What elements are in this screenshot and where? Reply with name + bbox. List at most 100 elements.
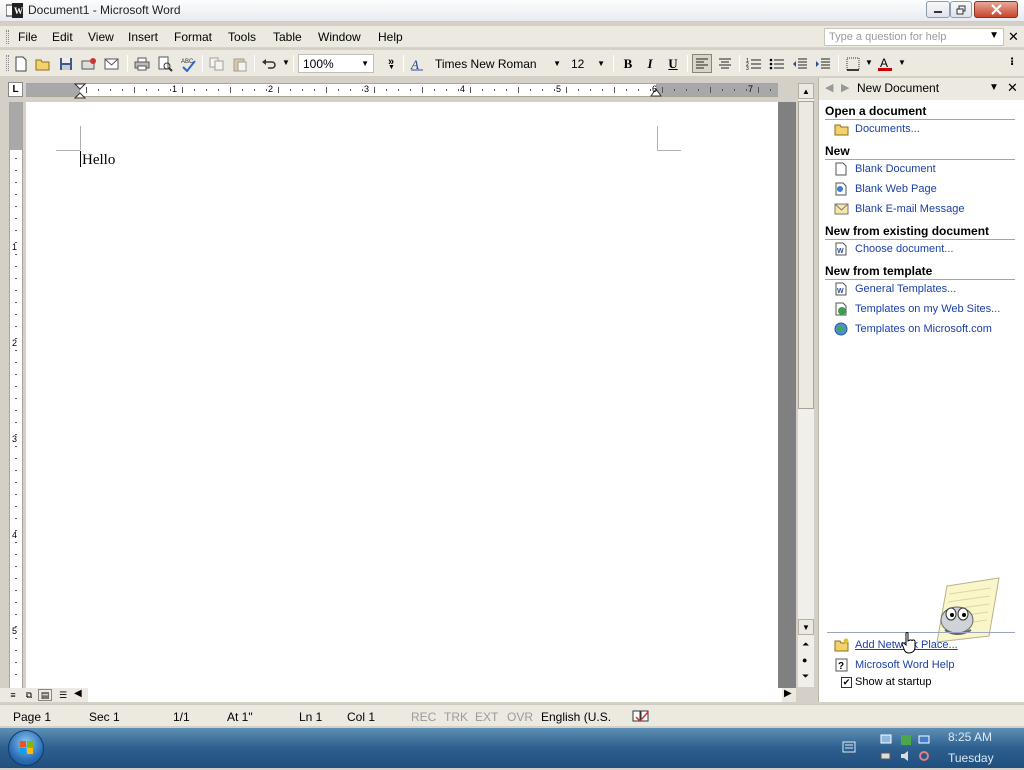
scroll-left-icon[interactable]: ◀: [74, 688, 82, 699]
document-page[interactable]: [26, 102, 778, 688]
clock-time[interactable]: 8:25 AM: [948, 730, 992, 744]
status-extend[interactable]: EXT: [475, 710, 498, 724]
increase-indent-button[interactable]: [813, 54, 833, 73]
scroll-down-button[interactable]: ▼: [798, 619, 814, 635]
font-size-select[interactable]: 12 ▼: [566, 54, 610, 73]
vertical-ruler[interactable]: 1 2 3 4 5: [9, 102, 23, 688]
status-overtype[interactable]: OVR: [507, 710, 533, 724]
select-browse-object-icon[interactable]: ●: [802, 655, 807, 665]
scroll-right-icon[interactable]: ▶: [784, 688, 792, 699]
menu-insert[interactable]: Insert: [126, 30, 160, 44]
open-button[interactable]: [33, 54, 53, 73]
horizontal-scrollbar[interactable]: [88, 688, 782, 702]
forward-icon[interactable]: ▶: [841, 81, 849, 94]
start-button[interactable]: [8, 730, 44, 766]
toolbar-overflow-icon[interactable]: ⁝: [1010, 55, 1014, 68]
spelling-status-icon[interactable]: [632, 709, 650, 723]
network-tray-icon[interactable]: [880, 734, 892, 746]
print-preview-button[interactable]: [155, 54, 175, 73]
back-icon[interactable]: ◀: [825, 81, 833, 94]
vertical-scrollbar[interactable]: ▲ ▼ ⏶ ● ⏷: [797, 83, 814, 687]
normal-view-icon[interactable]: ≡: [6, 689, 20, 701]
menu-window[interactable]: Window: [316, 30, 363, 44]
permission-button[interactable]: [79, 54, 99, 73]
security-tray-icon[interactable]: [900, 734, 912, 746]
status-language[interactable]: English (U.S.: [541, 710, 611, 724]
print-layout-view-icon[interactable]: ▤: [38, 689, 52, 701]
styles-button[interactable]: A: [407, 54, 427, 73]
new-document-button[interactable]: [11, 54, 31, 73]
show-desktop-icon[interactable]: [842, 740, 856, 754]
templates-microsoft-link[interactable]: Templates on Microsoft.com: [855, 323, 992, 335]
align-left-button[interactable]: [692, 54, 712, 73]
next-page-icon[interactable]: ⏷: [802, 671, 809, 682]
restore-button[interactable]: [950, 1, 972, 18]
chevron-down-icon[interactable]: ▼: [989, 30, 999, 41]
copy-button[interactable]: [207, 54, 227, 73]
horizontal-ruler[interactable]: 1 2 3 4 5 6 7: [26, 83, 778, 99]
checkmark-icon: ✔: [842, 677, 851, 687]
font-color-dropdown-icon[interactable]: ▼: [898, 58, 906, 67]
status-record-macro[interactable]: REC: [411, 710, 436, 724]
toolbar-options-dropdown-icon[interactable]: ▼: [388, 64, 395, 71]
bullets-button[interactable]: [767, 54, 787, 73]
tab-selector[interactable]: L: [8, 82, 23, 97]
templates-web-sites-link[interactable]: Templates on my Web Sites...: [855, 303, 1000, 315]
menu-file[interactable]: File: [16, 30, 39, 44]
blank-document-link[interactable]: Blank Document: [855, 163, 936, 175]
word-help-link[interactable]: Microsoft Word Help: [855, 659, 954, 671]
scroll-thumb[interactable]: [798, 101, 814, 409]
paste-button[interactable]: [230, 54, 250, 73]
documents-link[interactable]: Documents...: [855, 123, 920, 135]
show-at-startup-checkbox[interactable]: ✔: [841, 677, 852, 688]
general-templates-link[interactable]: General Templates...: [855, 283, 956, 295]
menu-grip[interactable]: [6, 30, 9, 44]
volume-tray-icon[interactable]: [900, 750, 912, 762]
document-text[interactable]: Hello: [80, 151, 115, 169]
email-button[interactable]: [102, 54, 122, 73]
undo-dropdown-icon[interactable]: ▼: [282, 58, 290, 67]
toolbar-grip[interactable]: [6, 55, 9, 71]
menu-help[interactable]: Help: [376, 30, 405, 44]
previous-page-icon[interactable]: ⏶: [802, 639, 809, 650]
blank-web-page-link[interactable]: Blank Web Page: [855, 183, 937, 195]
border-dropdown-icon[interactable]: ▼: [865, 58, 873, 67]
bold-button[interactable]: B: [618, 54, 638, 73]
zoom-select[interactable]: 100% ▼: [298, 54, 374, 73]
decrease-indent-button[interactable]: [790, 54, 810, 73]
menu-tools[interactable]: Tools: [226, 30, 258, 44]
scroll-up-button[interactable]: ▲: [798, 83, 814, 99]
align-center-button[interactable]: [715, 54, 735, 73]
underline-button[interactable]: U: [663, 54, 683, 73]
menu-view[interactable]: View: [86, 30, 116, 44]
sync-tray-icon[interactable]: [918, 750, 930, 762]
task-pane-close-icon[interactable]: ✕: [1007, 80, 1018, 96]
spelling-button[interactable]: ABC: [178, 54, 198, 73]
italic-button[interactable]: I: [640, 54, 660, 73]
task-pane-menu-icon[interactable]: ▼: [989, 82, 999, 93]
font-color-button[interactable]: A: [875, 54, 895, 73]
menu-table[interactable]: Table: [271, 30, 304, 44]
blank-email-link[interactable]: Blank E-mail Message: [855, 203, 964, 215]
menu-format[interactable]: Format: [172, 30, 214, 44]
numbering-button[interactable]: 123: [744, 54, 764, 73]
close-document-icon[interactable]: ✕: [1008, 29, 1019, 45]
outline-view-icon[interactable]: ☰: [56, 689, 70, 701]
indent-marker-icon[interactable]: [74, 83, 86, 99]
print-button[interactable]: [132, 54, 152, 73]
word-app-icon[interactable]: W: [6, 3, 23, 18]
battery-tray-icon[interactable]: [880, 750, 892, 762]
font-select[interactable]: Times New Roman ▼: [430, 54, 566, 73]
web-layout-view-icon[interactable]: ⧉: [22, 689, 36, 701]
save-button[interactable]: [56, 54, 76, 73]
menu-edit[interactable]: Edit: [50, 30, 75, 44]
display-tray-icon[interactable]: [918, 734, 930, 746]
close-window-button[interactable]: [974, 1, 1018, 18]
undo-button[interactable]: [259, 54, 279, 73]
minimize-button[interactable]: [926, 1, 950, 18]
choose-document-link[interactable]: Choose document...: [855, 243, 953, 255]
clock-day[interactable]: Tuesday: [948, 751, 994, 765]
status-track-changes[interactable]: TRK: [444, 710, 468, 724]
help-question-input[interactable]: Type a question for help ▼: [824, 28, 1004, 46]
border-button[interactable]: [843, 54, 863, 73]
